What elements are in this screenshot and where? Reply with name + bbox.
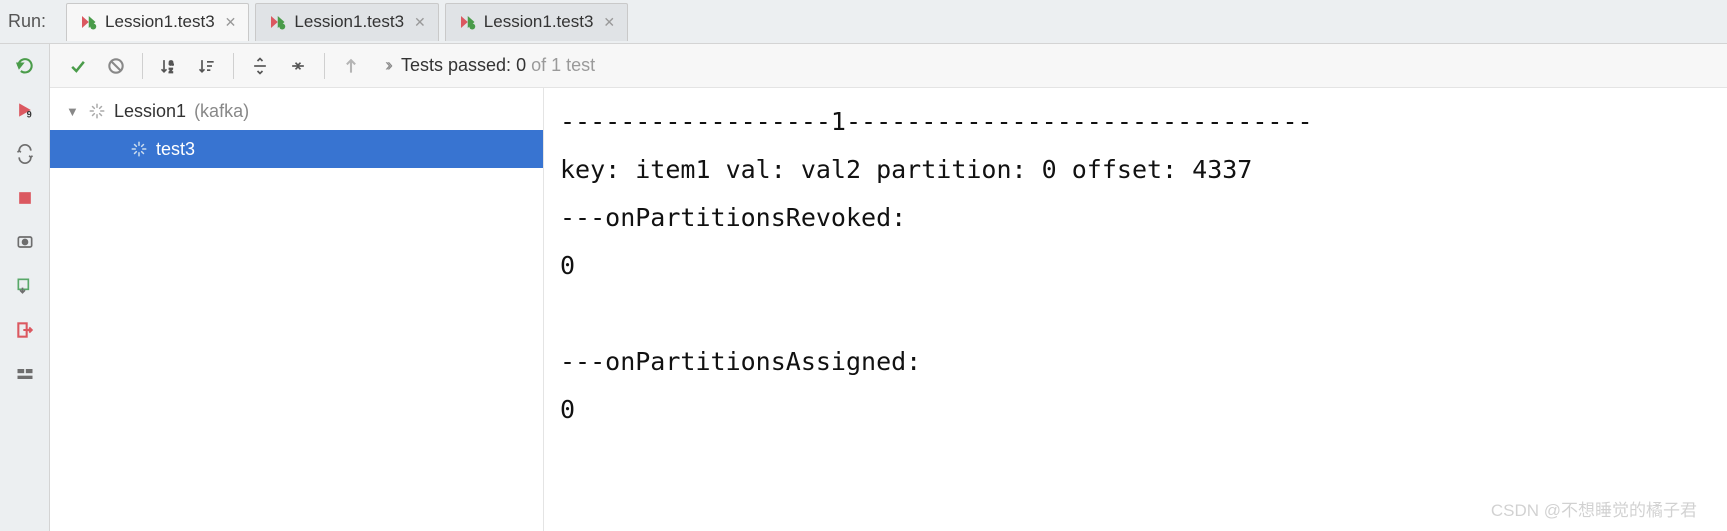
test-summary: Tests passed: 0 of 1 test (401, 55, 595, 76)
left-gutter: 9 (0, 44, 50, 531)
tab-label: Lession1.test3 (105, 12, 215, 32)
sort-by-duration-button[interactable] (189, 50, 225, 82)
run-label: Run: (8, 11, 46, 32)
rerun-failed-button[interactable]: 9 (13, 98, 37, 122)
collapse-all-button[interactable] (280, 50, 316, 82)
tree-root-label: Lession1 (114, 101, 186, 122)
layout-button[interactable] (13, 362, 37, 386)
exit-button[interactable] (13, 318, 37, 342)
test-tree[interactable]: ▼ Lession1 (kafka) test3 (50, 88, 544, 531)
svg-text:z: z (169, 65, 173, 74)
test-run-icon (79, 13, 97, 31)
rerun-button[interactable] (13, 54, 37, 78)
sort-alphabetically-button[interactable]: az (151, 50, 187, 82)
chevron-right-icon: ›› (385, 55, 389, 76)
svg-text:9: 9 (26, 110, 31, 120)
content-panel: az ›› Tests passed: 0 of 1 test (50, 44, 1727, 531)
separator (233, 53, 234, 79)
show-passed-button[interactable] (60, 50, 96, 82)
tree-item-selected[interactable]: test3 (50, 130, 543, 168)
close-icon[interactable]: ✕ (412, 14, 428, 31)
main-area: 9 az (0, 44, 1727, 531)
tests-passed-suffix: of 1 test (526, 55, 595, 75)
run-header-bar: Run: Lession1.test3 ✕ Lession1.test3 ✕ L… (0, 0, 1727, 44)
run-tab-2[interactable]: Lession1.test3 ✕ (445, 3, 628, 41)
tree-root-row[interactable]: ▼ Lession1 (kafka) (50, 92, 543, 130)
stop-button[interactable] (13, 186, 37, 210)
run-tabs: Lession1.test3 ✕ Lession1.test3 ✕ Lessio… (66, 0, 634, 43)
previous-failed-button[interactable] (333, 50, 369, 82)
run-tab-1[interactable]: Lession1.test3 ✕ (255, 3, 438, 41)
dump-threads-button[interactable] (13, 230, 37, 254)
run-tab-0[interactable]: Lession1.test3 ✕ (66, 3, 249, 41)
loading-icon (88, 102, 106, 120)
console-output[interactable]: ------------------1---------------------… (544, 88, 1727, 531)
test-toolbar: az ›› Tests passed: 0 of 1 test (50, 44, 1727, 88)
tests-passed-count: 0 (516, 55, 526, 75)
separator (324, 53, 325, 79)
separator (142, 53, 143, 79)
tree-root-qualifier: (kafka) (194, 101, 249, 122)
import-tests-button[interactable] (13, 274, 37, 298)
chevron-down-icon[interactable]: ▼ (66, 104, 80, 119)
tree-item-label: test3 (156, 139, 195, 160)
tab-label: Lession1.test3 (484, 12, 594, 32)
loading-icon (130, 140, 148, 158)
expand-all-button[interactable] (242, 50, 278, 82)
show-ignored-button[interactable] (98, 50, 134, 82)
tests-passed-prefix: Tests passed: (401, 55, 516, 75)
close-icon[interactable]: ✕ (223, 14, 239, 31)
toggle-auto-test-button[interactable] (13, 142, 37, 166)
test-run-icon (458, 13, 476, 31)
tab-label: Lession1.test3 (294, 12, 404, 32)
close-icon[interactable]: ✕ (601, 14, 617, 31)
lower-pane: ▼ Lession1 (kafka) test3 ---------------… (50, 88, 1727, 531)
test-run-icon (268, 13, 286, 31)
